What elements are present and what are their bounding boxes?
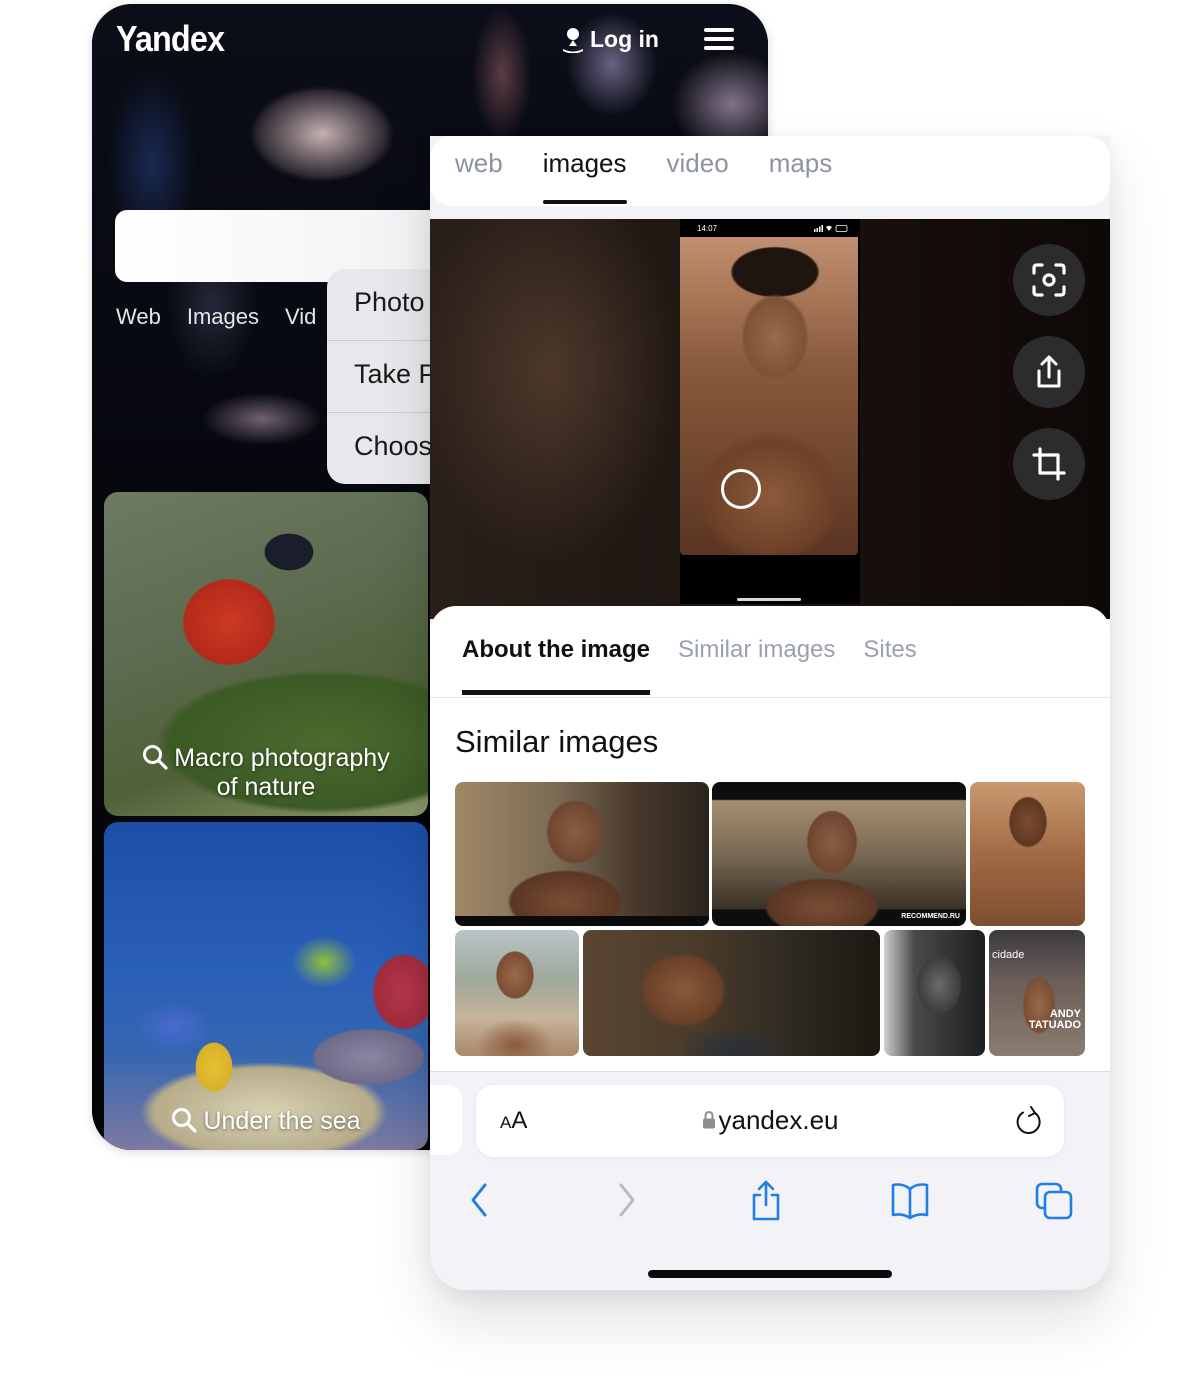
scan-icon	[1032, 263, 1066, 297]
user-icon	[563, 27, 583, 53]
bookmarks-icon[interactable]	[890, 1179, 930, 1221]
tab-about-image[interactable]: About the image	[462, 636, 651, 695]
card-label-line1: Macro photography	[174, 744, 390, 772]
selection-focus-circle[interactable]	[721, 469, 761, 509]
tab-sites[interactable]: Sites	[863, 636, 916, 664]
search-icon	[143, 745, 168, 770]
address-bar[interactable]: AA yandex.eu	[476, 1085, 1064, 1157]
tab-video[interactable]: video	[667, 136, 729, 206]
watermark-text: RECOMMEND.RU	[901, 913, 960, 920]
tab-similar-images[interactable]: Similar images	[678, 636, 835, 664]
divider	[430, 697, 1110, 698]
query-image-status-bar: 14:07	[680, 219, 860, 237]
similar-image-thumbnail[interactable]	[455, 930, 579, 1056]
yandex-image-search-screen: web images video maps 14:07 About the im…	[430, 136, 1110, 1290]
back-icon[interactable]	[460, 1179, 500, 1221]
query-image[interactable]: 14:07	[680, 219, 860, 604]
similar-image-thumbnail[interactable]	[583, 930, 880, 1056]
search-type-tabs: web images video maps	[430, 136, 1110, 206]
url-text: yandex.eu	[718, 1105, 839, 1135]
card-label: Under the sea	[104, 1107, 428, 1136]
magazine-title: cidade	[992, 949, 1025, 961]
results-sheet: About the image Similar images Sites Sim…	[430, 606, 1110, 1076]
card-label-line2: of nature	[216, 773, 316, 801]
tabs-icon[interactable]	[1034, 1179, 1074, 1221]
yandex-logo[interactable]: Yandex	[116, 18, 225, 60]
tab-images[interactable]: images	[542, 136, 627, 206]
similar-image-thumbnail[interactable]: cidade ANDY TATUADO	[989, 930, 1085, 1056]
suggestion-card-sea[interactable]: Under the sea	[104, 822, 428, 1150]
status-icons	[814, 225, 848, 232]
menu-item-choose-file[interactable]: Choos	[327, 413, 447, 484]
query-photo	[680, 237, 858, 555]
crop-icon	[1032, 447, 1066, 481]
scan-button[interactable]	[1013, 244, 1085, 316]
status-time: 14:07	[697, 224, 718, 233]
home-indicator[interactable]	[648, 1270, 892, 1278]
suggestion-card-macro[interactable]: Macro photography of nature	[104, 492, 428, 816]
previous-tab-preview[interactable]	[430, 1085, 462, 1155]
share-button[interactable]	[1013, 336, 1085, 408]
results-tabs: About the image Similar images Sites	[462, 636, 917, 695]
card-label: Macro photography of nature	[104, 744, 428, 802]
share-icon	[1037, 355, 1061, 388]
forward-icon[interactable]	[606, 1179, 646, 1221]
login-button[interactable]: Log in	[562, 26, 659, 53]
hamburger-menu-icon[interactable]	[704, 28, 734, 50]
search-icon	[172, 1108, 198, 1133]
similar-images-heading: Similar images	[455, 724, 659, 759]
nav-images[interactable]: Images	[187, 304, 259, 330]
share-icon[interactable]	[746, 1179, 786, 1221]
crop-button[interactable]	[1013, 428, 1085, 500]
search-nav: Web Images Vid	[116, 304, 316, 330]
menu-item-take-photo[interactable]: Take P	[327, 341, 447, 413]
magazine-name-line2: TATUADO	[1028, 1019, 1081, 1031]
login-label: Log in	[590, 26, 659, 52]
nav-web[interactable]: Web	[116, 304, 161, 330]
camera-context-menu: Photo Take P Choos	[327, 269, 447, 484]
nav-video[interactable]: Vid	[285, 304, 316, 330]
tab-web[interactable]: web	[455, 136, 503, 206]
similar-image-thumbnail[interactable]	[455, 782, 709, 926]
card-label-line1: Under the sea	[203, 1107, 361, 1135]
similar-image-thumbnail[interactable]	[884, 930, 985, 1056]
image-viewer: 14:07	[430, 219, 1110, 619]
url-display[interactable]: yandex.eu	[476, 1105, 1064, 1136]
lock-icon	[702, 1110, 715, 1129]
tab-maps[interactable]: maps	[769, 136, 833, 206]
menu-item-photo-library[interactable]: Photo	[327, 269, 447, 341]
similar-image-thumbnail[interactable]	[970, 782, 1085, 926]
reload-icon[interactable]	[1014, 1105, 1044, 1137]
similar-image-thumbnail[interactable]: RECOMMEND.RU	[712, 782, 966, 926]
safari-bottom-bar: AA yandex.eu	[430, 1071, 1110, 1290]
